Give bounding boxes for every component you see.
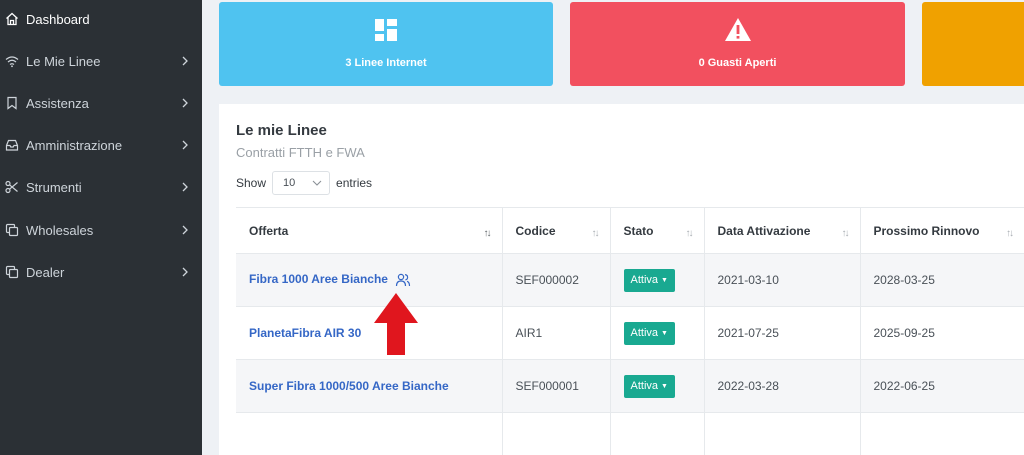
wifi-icon — [4, 53, 20, 69]
sidebar-item-label: Le Mie Linee — [26, 53, 101, 69]
stat-card-label: 3 Linee Internet — [345, 57, 427, 69]
chevron-right-icon — [182, 182, 188, 192]
offerta-link[interactable]: Fibra 1000 Aree Bianche — [249, 272, 388, 286]
status-label: Attiva — [630, 380, 659, 392]
column-label: Stato — [623, 223, 654, 238]
sidebar-item-wholesales[interactable]: Wholesales — [0, 218, 202, 242]
sidebar-item-strumenti[interactable]: Strumenti — [0, 175, 202, 199]
cell-prossimo-rinnovo: 2022-06-25 — [873, 379, 935, 393]
stat-card-third[interactable] — [922, 2, 1024, 86]
bookmark-icon — [4, 95, 20, 111]
sidebar-item-dealer[interactable]: Dealer — [0, 260, 202, 284]
chevron-down-icon — [312, 180, 322, 186]
table-row: PlanetaFibra AIR 30 AIR1 Attiva ▼ 2021-07… — [236, 306, 1024, 360]
panel-title: Le mie Linee — [236, 122, 327, 139]
cell-codice: SEF000002 — [502, 253, 611, 307]
cell-offerta: PlanetaFibra AIR 30 — [236, 306, 503, 360]
table-row: Fibra 1000 Aree Bianche SEF000002 Attiva… — [236, 253, 1024, 307]
sidebar: Dashboard Le Mie Linee Assistenza Ammini… — [0, 0, 202, 455]
entries-label: entries — [336, 176, 373, 190]
status-label: Attiva — [630, 274, 659, 286]
inbox-icon — [4, 137, 20, 153]
warning-icon — [724, 18, 751, 41]
copy-icon — [4, 222, 20, 238]
status-badge[interactable]: Attiva ▼ — [623, 374, 675, 398]
table-row: Super Fibra 1000/500 Aree Bianche SEF000… — [236, 359, 1024, 413]
table-row-empty — [236, 412, 1024, 455]
offerta-link[interactable]: PlanetaFibra AIR 30 — [249, 326, 361, 340]
annotation-arrow-icon — [374, 293, 418, 355]
cell-offerta: Super Fibra 1000/500 Aree Bianche — [236, 359, 503, 413]
sort-icon: ↑↓ — [841, 228, 850, 239]
caret-down-icon: ▼ — [661, 329, 668, 337]
column-header-codice[interactable]: Codice ↑↓ — [502, 207, 611, 254]
status-badge[interactable]: Attiva ▼ — [623, 268, 675, 292]
cell-data-attivazione: 2021-07-25 — [704, 306, 861, 360]
lines-table: Offerta ↑↓ Codice ↑↓ Stato ↑↓ Data Attivazi… — [236, 207, 1024, 455]
page-length-value: 10 — [283, 177, 296, 189]
sidebar-item-label: Dashboard — [26, 11, 90, 27]
table-header-row: Offerta ↑↓ Codice ↑↓ Stato ↑↓ Data Attivazi… — [236, 207, 1024, 254]
column-header-offerta[interactable]: Offerta ↑↓ — [236, 207, 503, 254]
sidebar-item-label: Assistenza — [26, 95, 89, 111]
stat-card-label: 0 Guasti Aperti — [698, 57, 777, 69]
cell-prossimo-rinnovo: 2025-09-25 — [873, 326, 935, 340]
cell-offerta: Fibra 1000 Aree Bianche — [236, 253, 503, 307]
column-label: Offerta — [249, 223, 289, 238]
sort-icon: ↑↓ — [685, 228, 694, 239]
sidebar-item-le-mie-linee[interactable]: Le Mie Linee — [0, 49, 202, 73]
chevron-right-icon — [182, 56, 188, 66]
sidebar-item-label: Wholesales — [26, 222, 94, 238]
scissors-icon — [4, 179, 20, 195]
cell-codice: AIR1 — [502, 306, 611, 360]
status-label: Attiva — [630, 327, 659, 339]
status-badge[interactable]: Attiva ▼ — [623, 321, 675, 345]
page-length-select[interactable]: 10 — [272, 171, 331, 195]
sidebar-item-label: Amministrazione — [26, 137, 123, 153]
column-header-prossimo-rinnovo[interactable]: Prossimo Rinnovo ↑↓ — [860, 208, 1024, 254]
page-length-control: Show 10 entries — [236, 171, 372, 195]
show-label: Show — [236, 176, 267, 190]
chevron-right-icon — [182, 225, 188, 235]
sidebar-item-amministrazione[interactable]: Amministrazione — [0, 133, 202, 157]
column-header-stato[interactable]: Stato ↑↓ — [610, 207, 705, 254]
cell-data-attivazione: 2021-03-10 — [704, 253, 861, 307]
caret-down-icon: ▼ — [661, 382, 668, 390]
sidebar-item-label: Dealer — [26, 264, 65, 280]
sidebar-item-assistenza[interactable]: Assistenza — [0, 91, 202, 115]
chevron-right-icon — [182, 267, 188, 277]
cell-data-attivazione: 2022-03-28 — [704, 359, 861, 413]
stat-card-guasti-aperti[interactable]: 0 Guasti Aperti — [570, 2, 905, 86]
cell-stato: Attiva ▼ — [610, 306, 705, 360]
lines-panel: Le mie Linee Contratti FTTH e FWA Show 1… — [219, 104, 1024, 455]
sort-icon: ↑↓ — [591, 228, 600, 239]
caret-down-icon: ▼ — [661, 276, 668, 284]
sidebar-item-label: Strumenti — [26, 179, 82, 195]
copy-icon — [4, 264, 20, 280]
chevron-right-icon — [182, 98, 188, 108]
users-icon[interactable] — [395, 272, 411, 288]
cell-stato: Attiva ▼ — [610, 253, 705, 307]
stat-card-linee-internet[interactable]: 3 Linee Internet — [219, 2, 553, 86]
cell-codice: SEF000001 — [502, 359, 611, 413]
sort-icon: ↑↓ — [1006, 228, 1014, 239]
offerta-link[interactable]: Super Fibra 1000/500 Aree Bianche — [249, 379, 449, 393]
column-label: Prossimo Rinnovo — [873, 223, 980, 238]
cell-stato: Attiva ▼ — [610, 359, 705, 413]
chevron-right-icon — [182, 140, 188, 150]
home-icon — [4, 11, 20, 27]
column-label: Codice — [515, 223, 556, 238]
panel-subtitle: Contratti FTTH e FWA — [236, 145, 365, 160]
cell-prossimo-rinnovo: 2028-03-25 — [873, 273, 935, 287]
grid-icon — [375, 19, 397, 41]
column-label: Data Attivazione — [717, 223, 811, 238]
column-header-data-attivazione[interactable]: Data Attivazione ↑↓ — [704, 207, 861, 254]
sort-icon: ↑↓ — [483, 228, 492, 239]
sidebar-item-dashboard[interactable]: Dashboard — [0, 7, 202, 31]
